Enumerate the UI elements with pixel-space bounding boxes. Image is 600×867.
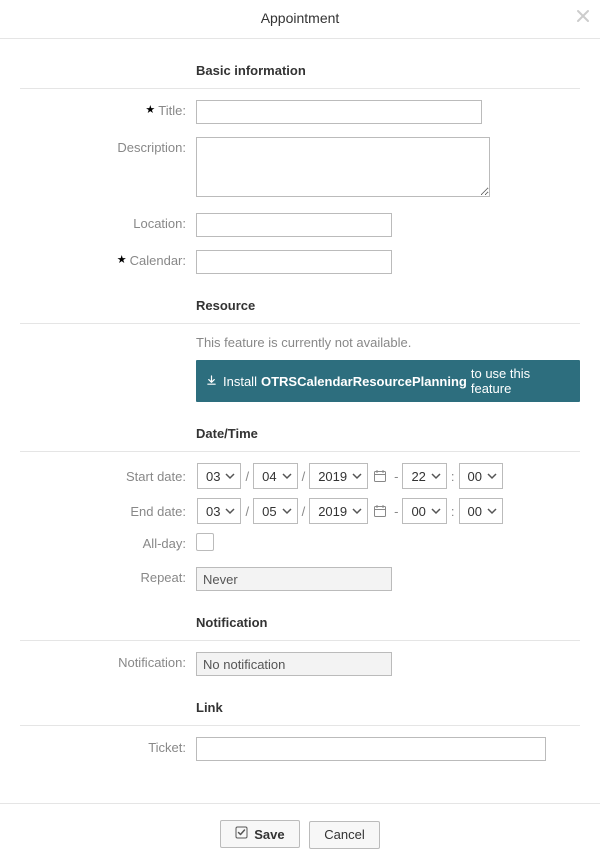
location-input[interactable] [196,213,392,237]
calendar-select[interactable] [196,250,392,274]
section-title-resource: Resource [196,292,580,319]
end-year-select[interactable]: 2019 [309,498,368,524]
banner-suffix: to use this feature [471,366,570,396]
chevron-down-icon [431,506,441,516]
end-hour-select[interactable]: 00 [402,498,446,524]
section-link: Link [20,694,580,721]
start-hour-select[interactable]: 22 [402,463,446,489]
appointment-dialog: Appointment Basic information ★Title: De… [0,0,600,867]
section-basic: Basic information [20,57,580,84]
label-description: Description: [117,140,186,155]
description-textarea[interactable] [196,137,490,197]
close-icon[interactable] [576,8,590,26]
dialog-footer: Save Cancel [0,803,600,867]
chevron-down-icon [352,506,362,516]
save-button-label: Save [254,827,284,842]
label-calendar: Calendar: [130,253,186,268]
required-icon: ★ [117,254,127,266]
banner-prefix: Install [223,374,257,389]
date-separator: / [299,469,309,484]
time-separator-colon: : [448,469,458,484]
time-separator-colon: : [448,504,458,519]
divider [20,725,580,726]
chevron-down-icon [282,471,292,481]
label-ticket: Ticket: [148,740,186,755]
banner-package: OTRSCalendarResourcePlanning [261,374,467,389]
calendar-icon[interactable] [373,504,387,518]
date-separator: / [242,469,252,484]
label-all-day: All-day: [143,536,186,551]
chevron-down-icon [487,506,497,516]
notification-select[interactable]: No notification [196,652,392,676]
resource-unavailable-note: This feature is currently not available. [196,335,580,350]
time-separator-dash: - [391,469,401,484]
section-title-notification: Notification [196,609,580,636]
dialog-title: Appointment [261,10,340,26]
required-icon: ★ [145,104,155,116]
divider [20,640,580,641]
check-icon [235,826,248,842]
label-title: Title: [158,103,186,118]
section-title-link: Link [196,694,580,721]
resource-install-banner[interactable]: Install OTRSCalendarResourcePlanning to … [196,360,580,402]
calendar-icon[interactable] [373,469,387,483]
all-day-checkbox[interactable] [196,533,214,551]
time-separator-dash: - [391,504,401,519]
label-repeat: Repeat: [140,570,186,585]
divider [20,323,580,324]
divider [20,88,580,89]
cancel-button-label: Cancel [324,827,364,842]
chevron-down-icon [282,506,292,516]
section-title-basic: Basic information [196,57,580,84]
end-day-select[interactable]: 05 [253,498,297,524]
download-icon [206,374,217,389]
label-location: Location: [133,216,186,231]
section-datetime: Date/Time [20,420,580,447]
label-notification: Notification: [118,655,186,670]
label-start-date: Start date: [126,469,186,484]
chevron-down-icon [225,506,235,516]
start-year-select[interactable]: 2019 [309,463,368,489]
dialog-header: Appointment [0,0,600,39]
start-minute-select[interactable]: 00 [459,463,503,489]
section-title-datetime: Date/Time [196,420,580,447]
ticket-input[interactable] [196,737,546,761]
chevron-down-icon [487,471,497,481]
start-day-select[interactable]: 04 [253,463,297,489]
section-resource: Resource [20,292,580,319]
chevron-down-icon [225,471,235,481]
start-month-select[interactable]: 03 [197,463,241,489]
end-month-select[interactable]: 03 [197,498,241,524]
dialog-body: Basic information ★Title: Description: L… [0,57,600,793]
section-notification: Notification [20,609,580,636]
date-separator: / [299,504,309,519]
chevron-down-icon [431,471,441,481]
label-end-date: End date: [130,504,186,519]
divider [20,451,580,452]
title-input[interactable] [196,100,482,124]
cancel-button[interactable]: Cancel [309,821,379,849]
repeat-select[interactable]: Never [196,567,392,591]
date-separator: / [242,504,252,519]
save-button[interactable]: Save [220,820,299,848]
end-minute-select[interactable]: 00 [459,498,503,524]
chevron-down-icon [352,471,362,481]
